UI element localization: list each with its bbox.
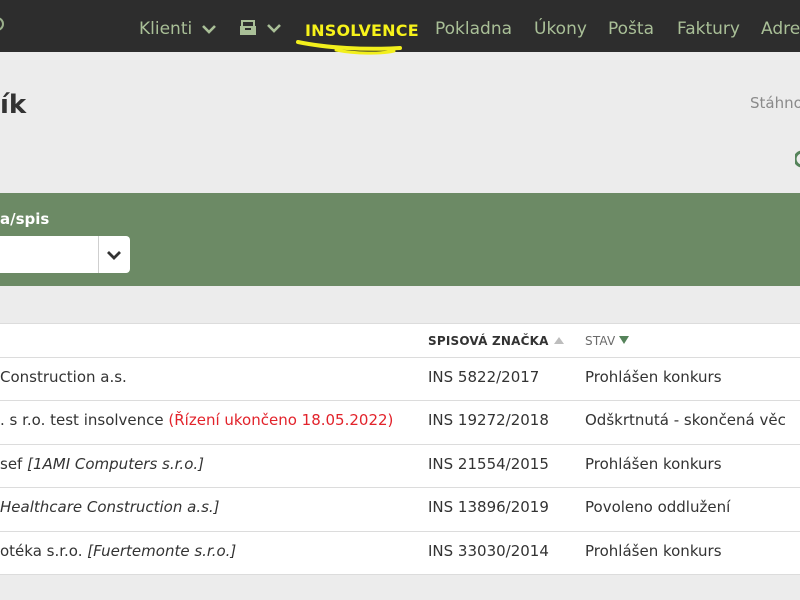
file-select[interactable]: [0, 236, 130, 273]
sort-desc-icon: [619, 336, 630, 344]
row-file-no: INS 13896/2019: [428, 498, 549, 517]
row-state: Odškrtnutá - skončená věc: [585, 411, 786, 430]
nav-item-adresy[interactable]: Adre: [761, 18, 800, 40]
results-table: SPISOVÁ ZNAČKA STAV Construction a.s. IN…: [0, 323, 800, 575]
row-state: Prohlášen konkurs: [585, 368, 722, 386]
chevron-down-icon[interactable]: [106, 248, 122, 262]
nav-item-label: Pokladna: [435, 19, 513, 39]
table-row[interactable]: Healthcare Construction a.s.] INS 13896/…: [0, 488, 800, 532]
nav-item-label: Faktury: [677, 19, 740, 39]
row-name-text: Construction a.s.: [0, 368, 127, 386]
row-state: Prohlášen konkurs: [585, 454, 722, 473]
row-state: Prohlášen konkurs: [585, 541, 722, 560]
table-row[interactable]: Construction a.s. INS 5822/2017 Prohláše…: [0, 358, 800, 402]
row-file-no: INS 21554/2015: [428, 454, 549, 473]
row-name[interactable]: sef [1AMI Computers s.r.o.]: [0, 454, 204, 474]
column-header-label: STAV: [585, 334, 616, 348]
row-name-text: . s r.o. test insolvence: [0, 411, 164, 430]
column-header-file-no[interactable]: SPISOVÁ ZNAČKA: [428, 334, 564, 348]
chevron-down-icon: [267, 24, 282, 33]
highlight-mark: [296, 40, 402, 55]
column-header-state[interactable]: STAV: [585, 334, 630, 348]
column-header-label: SPISOVÁ ZNAČKA: [428, 334, 549, 348]
row-name[interactable]: Construction a.s.: [0, 367, 127, 387]
row-file-no: INS 33030/2014: [428, 541, 549, 560]
nav-item-faktury[interactable]: Faktury: [677, 18, 740, 40]
nav-item-klienti[interactable]: Klienti: [139, 18, 216, 40]
filter-panel: a/spis: [0, 193, 800, 286]
row-state: Povoleno oddlužení: [585, 498, 731, 517]
row-file-no: INS 19272/2018: [428, 411, 549, 430]
table-header: SPISOVÁ ZNAČKA STAV: [0, 324, 800, 358]
row-name-alias: Healthcare Construction a.s.]: [0, 498, 220, 517]
row-name[interactable]: Healthcare Construction a.s.]: [0, 497, 220, 517]
table-row[interactable]: otéka s.r.o. [Fuertemonte s.r.o.] INS 33…: [0, 532, 800, 575]
logo-fragment[interactable]: [0, 17, 4, 31]
row-name[interactable]: . s r.o. test insolvence (Řízení ukončen…: [0, 410, 393, 430]
nav-item-pokladna[interactable]: Pokladna: [435, 18, 512, 40]
nav-item-ukony[interactable]: Úkony: [534, 18, 587, 40]
nav-item-label: Klienti: [139, 19, 193, 39]
chevron-down-icon: [201, 25, 216, 34]
row-name-alias: [1AMI Computers s.r.o.]: [27, 454, 204, 473]
nav-item-label: Adre: [761, 19, 800, 39]
page-title: ík: [0, 90, 27, 120]
table-row[interactable]: . s r.o. test insolvence (Řízení ukončen…: [0, 401, 800, 445]
row-name[interactable]: otéka s.r.o. [Fuertemonte s.r.o.]: [0, 541, 236, 561]
download-link[interactable]: Stáhno: [750, 94, 800, 112]
row-name-alias: [Fuertemonte s.r.o.]: [87, 541, 237, 560]
row-name-text: otéka s.r.o.: [0, 541, 83, 560]
row-status-note: (Řízení ukončeno 18.05.2022): [168, 411, 394, 430]
nav-item-inbox-menu[interactable]: [238, 17, 282, 39]
nav-item-label: Úkony: [534, 19, 587, 39]
refresh-icon[interactable]: [795, 150, 800, 168]
nav-item-label: Pošta: [608, 19, 654, 39]
row-name-text: sef: [0, 454, 23, 473]
table-row[interactable]: sef [1AMI Computers s.r.o.] INS 21554/20…: [0, 445, 800, 489]
filter-label: a/spis: [0, 210, 50, 228]
sort-asc-icon: [553, 337, 564, 344]
select-divider: [98, 236, 99, 273]
row-file-no: INS 5822/2017: [428, 368, 540, 386]
inbox-tray-icon: [240, 20, 256, 35]
nav-item-posta[interactable]: Pošta: [608, 18, 654, 40]
